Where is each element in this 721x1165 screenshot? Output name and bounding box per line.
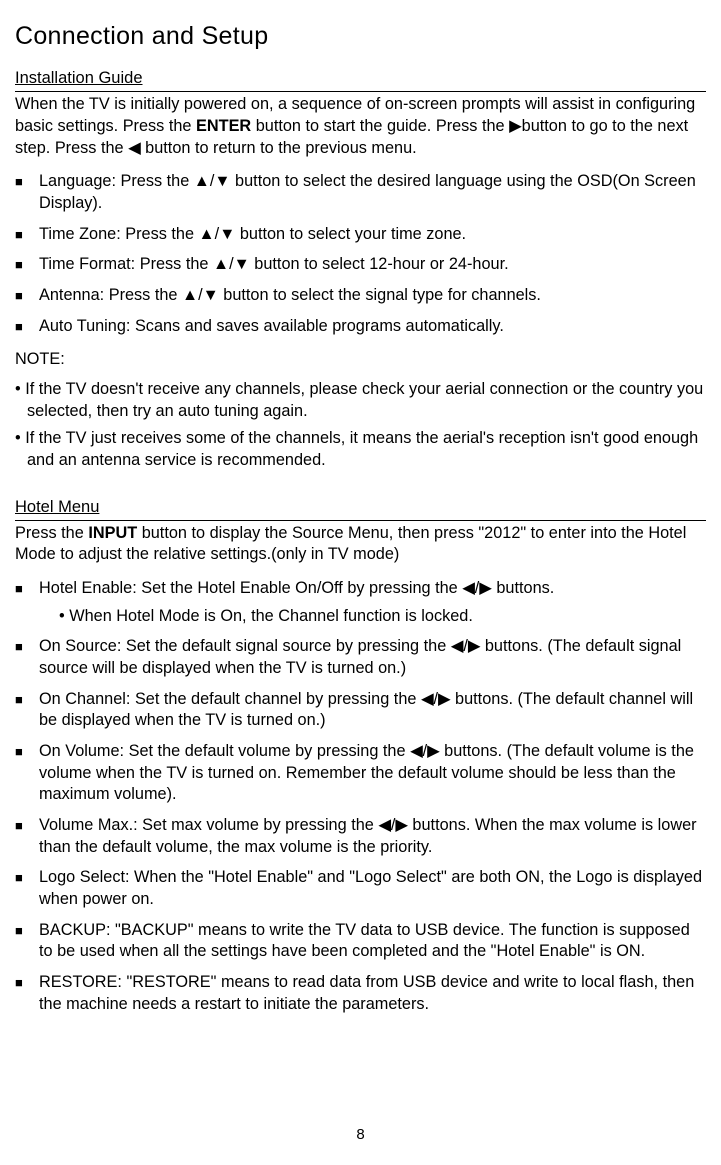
installation-guide-heading: Installation Guide: [15, 68, 706, 92]
list-item: Time Format: Press the ▲/▼ button to sel…: [35, 254, 706, 276]
page-number: 8: [15, 1125, 706, 1145]
list-item: Antenna: Press the ▲/▼ button to select …: [35, 285, 706, 307]
page-title: Connection and Setup: [15, 20, 706, 53]
list-item: Language: Press the ▲/▼ button to select…: [35, 171, 706, 214]
enter-button-label: ENTER: [196, 117, 251, 135]
list-item: Time Zone: Press the ▲/▼ button to selec…: [35, 224, 706, 246]
list-item: On Channel: Set the default channel by p…: [35, 689, 706, 732]
list-item: RESTORE: "RESTORE" means to read data fr…: [35, 972, 706, 1015]
note-label: NOTE:: [15, 349, 706, 371]
note-item: • If the TV doesn't receive any channels…: [15, 379, 706, 422]
list-item: Logo Select: When the "Hotel Enable" and…: [35, 867, 706, 910]
list-item: Volume Max.: Set max volume by pressing …: [35, 815, 706, 858]
list-item: On Source: Set the default signal source…: [35, 636, 706, 679]
list-item: Hotel Enable: Set the Hotel Enable On/Of…: [35, 578, 706, 627]
list-item: On Volume: Set the default volume by pre…: [35, 741, 706, 806]
notes-section: • If the TV doesn't receive any channels…: [15, 379, 706, 472]
input-button-label: INPUT: [88, 524, 141, 542]
note-item: • If the TV just receives some of the ch…: [15, 428, 706, 471]
hotel-intro-text-1: Press the: [15, 524, 88, 542]
hotel-menu-heading: Hotel Menu: [15, 497, 706, 521]
list-item: Auto Tuning: Scans and saves available p…: [35, 316, 706, 338]
hotel-intro: Press the INPUT button to display the So…: [15, 523, 706, 566]
hotel-enable-sub: • When Hotel Mode is On, the Channel fun…: [59, 606, 706, 628]
list-item: BACKUP: "BACKUP" means to write the TV d…: [35, 920, 706, 963]
hotel-list: Hotel Enable: Set the Hotel Enable On/Of…: [15, 578, 706, 1015]
installation-intro: When the TV is initially powered on, a s…: [15, 94, 706, 159]
installation-list: Language: Press the ▲/▼ button to select…: [15, 171, 706, 337]
hotel-enable-text: Hotel Enable: Set the Hotel Enable On/Of…: [39, 579, 554, 597]
